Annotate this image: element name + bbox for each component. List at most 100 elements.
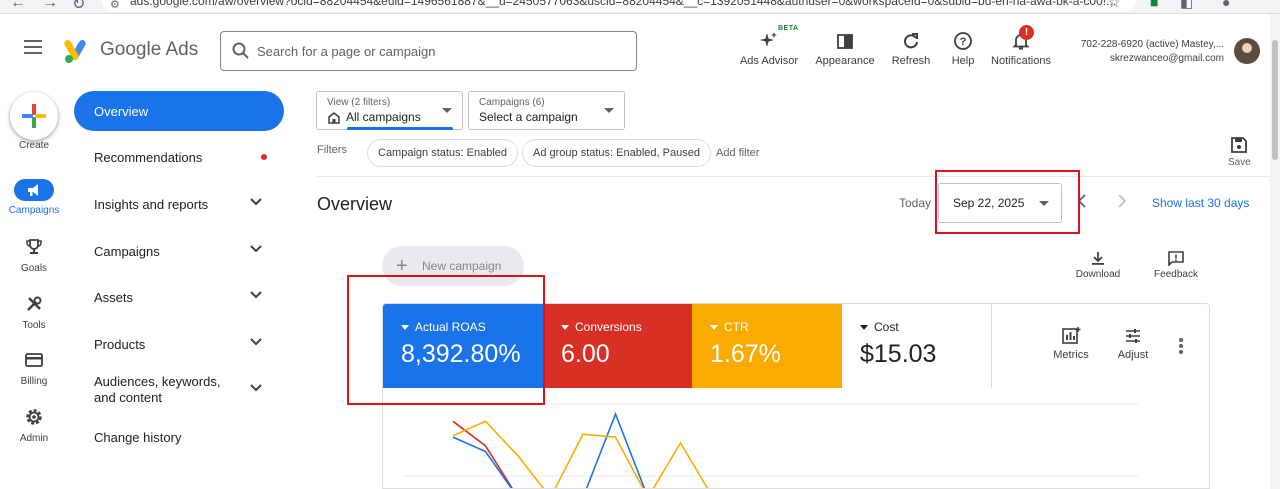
appearance-button[interactable]: Appearance bbox=[814, 29, 876, 67]
metrics-chart-icon bbox=[1062, 327, 1081, 344]
dropdown-arrow-icon bbox=[860, 324, 868, 330]
rail-admin-label: Admin bbox=[19, 433, 49, 444]
nav-item-audiences[interactable]: Audiences, keywords, and content bbox=[74, 370, 284, 410]
metric-tile-ctr[interactable]: CTR 1.67% bbox=[692, 304, 842, 388]
avatar[interactable] bbox=[1234, 38, 1260, 64]
metric-tile-actual-roas[interactable]: Actual ROAS 8,392.80% bbox=[383, 304, 543, 388]
new-campaign-button[interactable]: + New campaign bbox=[382, 246, 524, 286]
save-button[interactable]: Save bbox=[1228, 136, 1251, 168]
trophy-icon bbox=[26, 239, 42, 254]
reload-icon[interactable]: ↻ bbox=[72, 0, 85, 13]
nav-item-assets[interactable]: Assets bbox=[74, 277, 284, 317]
download-button[interactable]: Download bbox=[1070, 250, 1126, 280]
divider bbox=[317, 176, 1275, 177]
dropdown-arrow-icon bbox=[401, 324, 409, 330]
notification-badge: ! bbox=[1019, 25, 1034, 40]
account-id: 702-228-6920 (active) Mastey,... bbox=[1080, 39, 1224, 50]
dropdown-arrow-icon bbox=[442, 108, 452, 113]
view-selector-label: View (2 filters) bbox=[327, 97, 391, 108]
rail-item-admin[interactable]: Admin bbox=[0, 405, 68, 444]
view-selector[interactable]: View (2 filters) All campaigns bbox=[316, 91, 463, 130]
today-label: Today bbox=[899, 196, 932, 210]
chart-series-line-1 bbox=[452, 411, 646, 488]
puzzle-extensions-icon[interactable]: ◧ bbox=[1180, 0, 1193, 11]
browser-toolbar: ← → ↻ ⚙ ads.google.com/aw/overview?ocid=… bbox=[0, 0, 1280, 14]
nav-item-change-history[interactable]: Change history bbox=[74, 417, 284, 457]
metric-value: $15.03 bbox=[860, 340, 937, 368]
nav-item-overview[interactable]: Overview bbox=[74, 91, 284, 131]
selected-underline bbox=[347, 127, 453, 130]
nav-item-insights[interactable]: Insights and reports bbox=[74, 184, 284, 224]
account-email: skrezwanceo@gmail.com bbox=[1109, 53, 1224, 64]
feedback-button[interactable]: Feedback bbox=[1148, 250, 1204, 280]
chevron-right-icon[interactable] bbox=[1116, 194, 1128, 208]
credit-card-icon bbox=[25, 353, 43, 367]
rail-item-tools[interactable]: Tools bbox=[0, 292, 68, 331]
forward-icon[interactable]: → bbox=[42, 0, 58, 12]
brand-name: Google Ads bbox=[100, 39, 199, 60]
nav-change-history-label: Change history bbox=[94, 429, 182, 445]
beta-badge: BETA bbox=[778, 25, 799, 32]
address-url: ads.google.com/aw/overview?ocid=88204454… bbox=[130, 0, 1117, 8]
gear-icon bbox=[26, 409, 42, 425]
filter-chip-campaign-status[interactable]: Campaign status: Enabled bbox=[367, 139, 519, 167]
nav-item-recommendations[interactable]: Recommendations bbox=[74, 137, 284, 177]
adjust-button[interactable]: Adjust bbox=[1109, 326, 1157, 361]
search-box[interactable] bbox=[220, 31, 637, 71]
app-header: Google Ads BETA Ads Advisor Appearance R… bbox=[0, 14, 1280, 90]
metric-label: Actual ROAS bbox=[415, 320, 486, 334]
bookmark-star-icon[interactable]: ☆ bbox=[1108, 0, 1121, 11]
address-bar[interactable]: ⚙ ads.google.com/aw/overview?ocid=882044… bbox=[102, 0, 1136, 12]
rail-item-campaigns[interactable]: Campaigns bbox=[0, 179, 68, 216]
home-icon bbox=[328, 111, 340, 124]
main-content: View (2 filters) All campaigns Campaigns… bbox=[300, 90, 1280, 489]
show-last-30-days-link[interactable]: Show last 30 days bbox=[1152, 196, 1249, 210]
svg-text:?: ? bbox=[960, 36, 967, 48]
site-info-icon[interactable]: ⚙ bbox=[110, 0, 120, 12]
search-input[interactable] bbox=[257, 32, 627, 70]
hamburger-menu-icon[interactable] bbox=[24, 40, 42, 54]
scrollbar-thumb[interactable] bbox=[1272, 40, 1278, 160]
nav-item-campaigns[interactable]: Campaigns bbox=[74, 231, 284, 271]
search-icon bbox=[232, 42, 249, 59]
chevron-down-icon bbox=[250, 198, 262, 206]
campaign-selector-label: Campaigns (6) bbox=[479, 97, 545, 108]
create-button[interactable] bbox=[10, 92, 58, 140]
chevron-left-icon[interactable] bbox=[1076, 194, 1088, 208]
metric-value: 8,392.80% bbox=[401, 340, 521, 368]
metric-value: 1.67% bbox=[710, 340, 781, 368]
nav-item-products[interactable]: Products bbox=[74, 324, 284, 364]
rail-tools-label: Tools bbox=[22, 320, 46, 331]
refresh-button[interactable]: Refresh bbox=[886, 29, 936, 67]
appearance-icon bbox=[837, 34, 853, 49]
help-button[interactable]: ? Help bbox=[944, 29, 982, 67]
filters-label: Filters bbox=[317, 144, 347, 156]
nav-assets-label: Assets bbox=[94, 289, 134, 305]
profile-icon[interactable]: ● bbox=[1222, 0, 1230, 10]
filter-chip-ad-group-status[interactable]: Ad group status: Enabled, Paused bbox=[522, 139, 711, 167]
add-filter-link[interactable]: Add filter bbox=[716, 147, 759, 159]
back-icon[interactable]: ← bbox=[10, 0, 26, 12]
metrics-label: Metrics bbox=[1053, 349, 1089, 361]
rail-item-billing[interactable]: Billing bbox=[0, 348, 68, 387]
floppy-disk-icon bbox=[1231, 137, 1248, 153]
new-campaign-label: New campaign bbox=[422, 259, 502, 273]
rail-goals-label: Goals bbox=[20, 263, 48, 274]
date-range-dropdown[interactable]: Sep 22, 2025 bbox=[938, 183, 1062, 223]
campaign-selector[interactable]: Campaigns (6) Select a campaign bbox=[468, 91, 625, 130]
chevron-down-icon bbox=[250, 338, 262, 346]
rail-item-goals[interactable]: Goals bbox=[0, 235, 68, 274]
metrics-button[interactable]: Metrics bbox=[1047, 326, 1095, 361]
extension-icon[interactable]: ■ bbox=[1150, 0, 1158, 10]
download-label: Download bbox=[1075, 269, 1121, 280]
account-info[interactable]: 702-228-6920 (active) Mastey,... skrezwa… bbox=[1040, 38, 1224, 66]
ads-advisor-button[interactable]: BETA Ads Advisor bbox=[738, 25, 800, 67]
save-label: Save bbox=[1228, 157, 1251, 168]
chevron-down-icon bbox=[250, 245, 262, 253]
metric-tile-conversions[interactable]: Conversions 6.00 bbox=[543, 304, 692, 388]
adjust-label: Adjust bbox=[1117, 349, 1149, 361]
more-options-icon[interactable] bbox=[1179, 338, 1183, 356]
nav-recommendations-label: Recommendations bbox=[94, 149, 203, 165]
dropdown-arrow-icon bbox=[1039, 201, 1049, 206]
metric-tile-cost[interactable]: Cost $15.03 bbox=[842, 304, 991, 388]
